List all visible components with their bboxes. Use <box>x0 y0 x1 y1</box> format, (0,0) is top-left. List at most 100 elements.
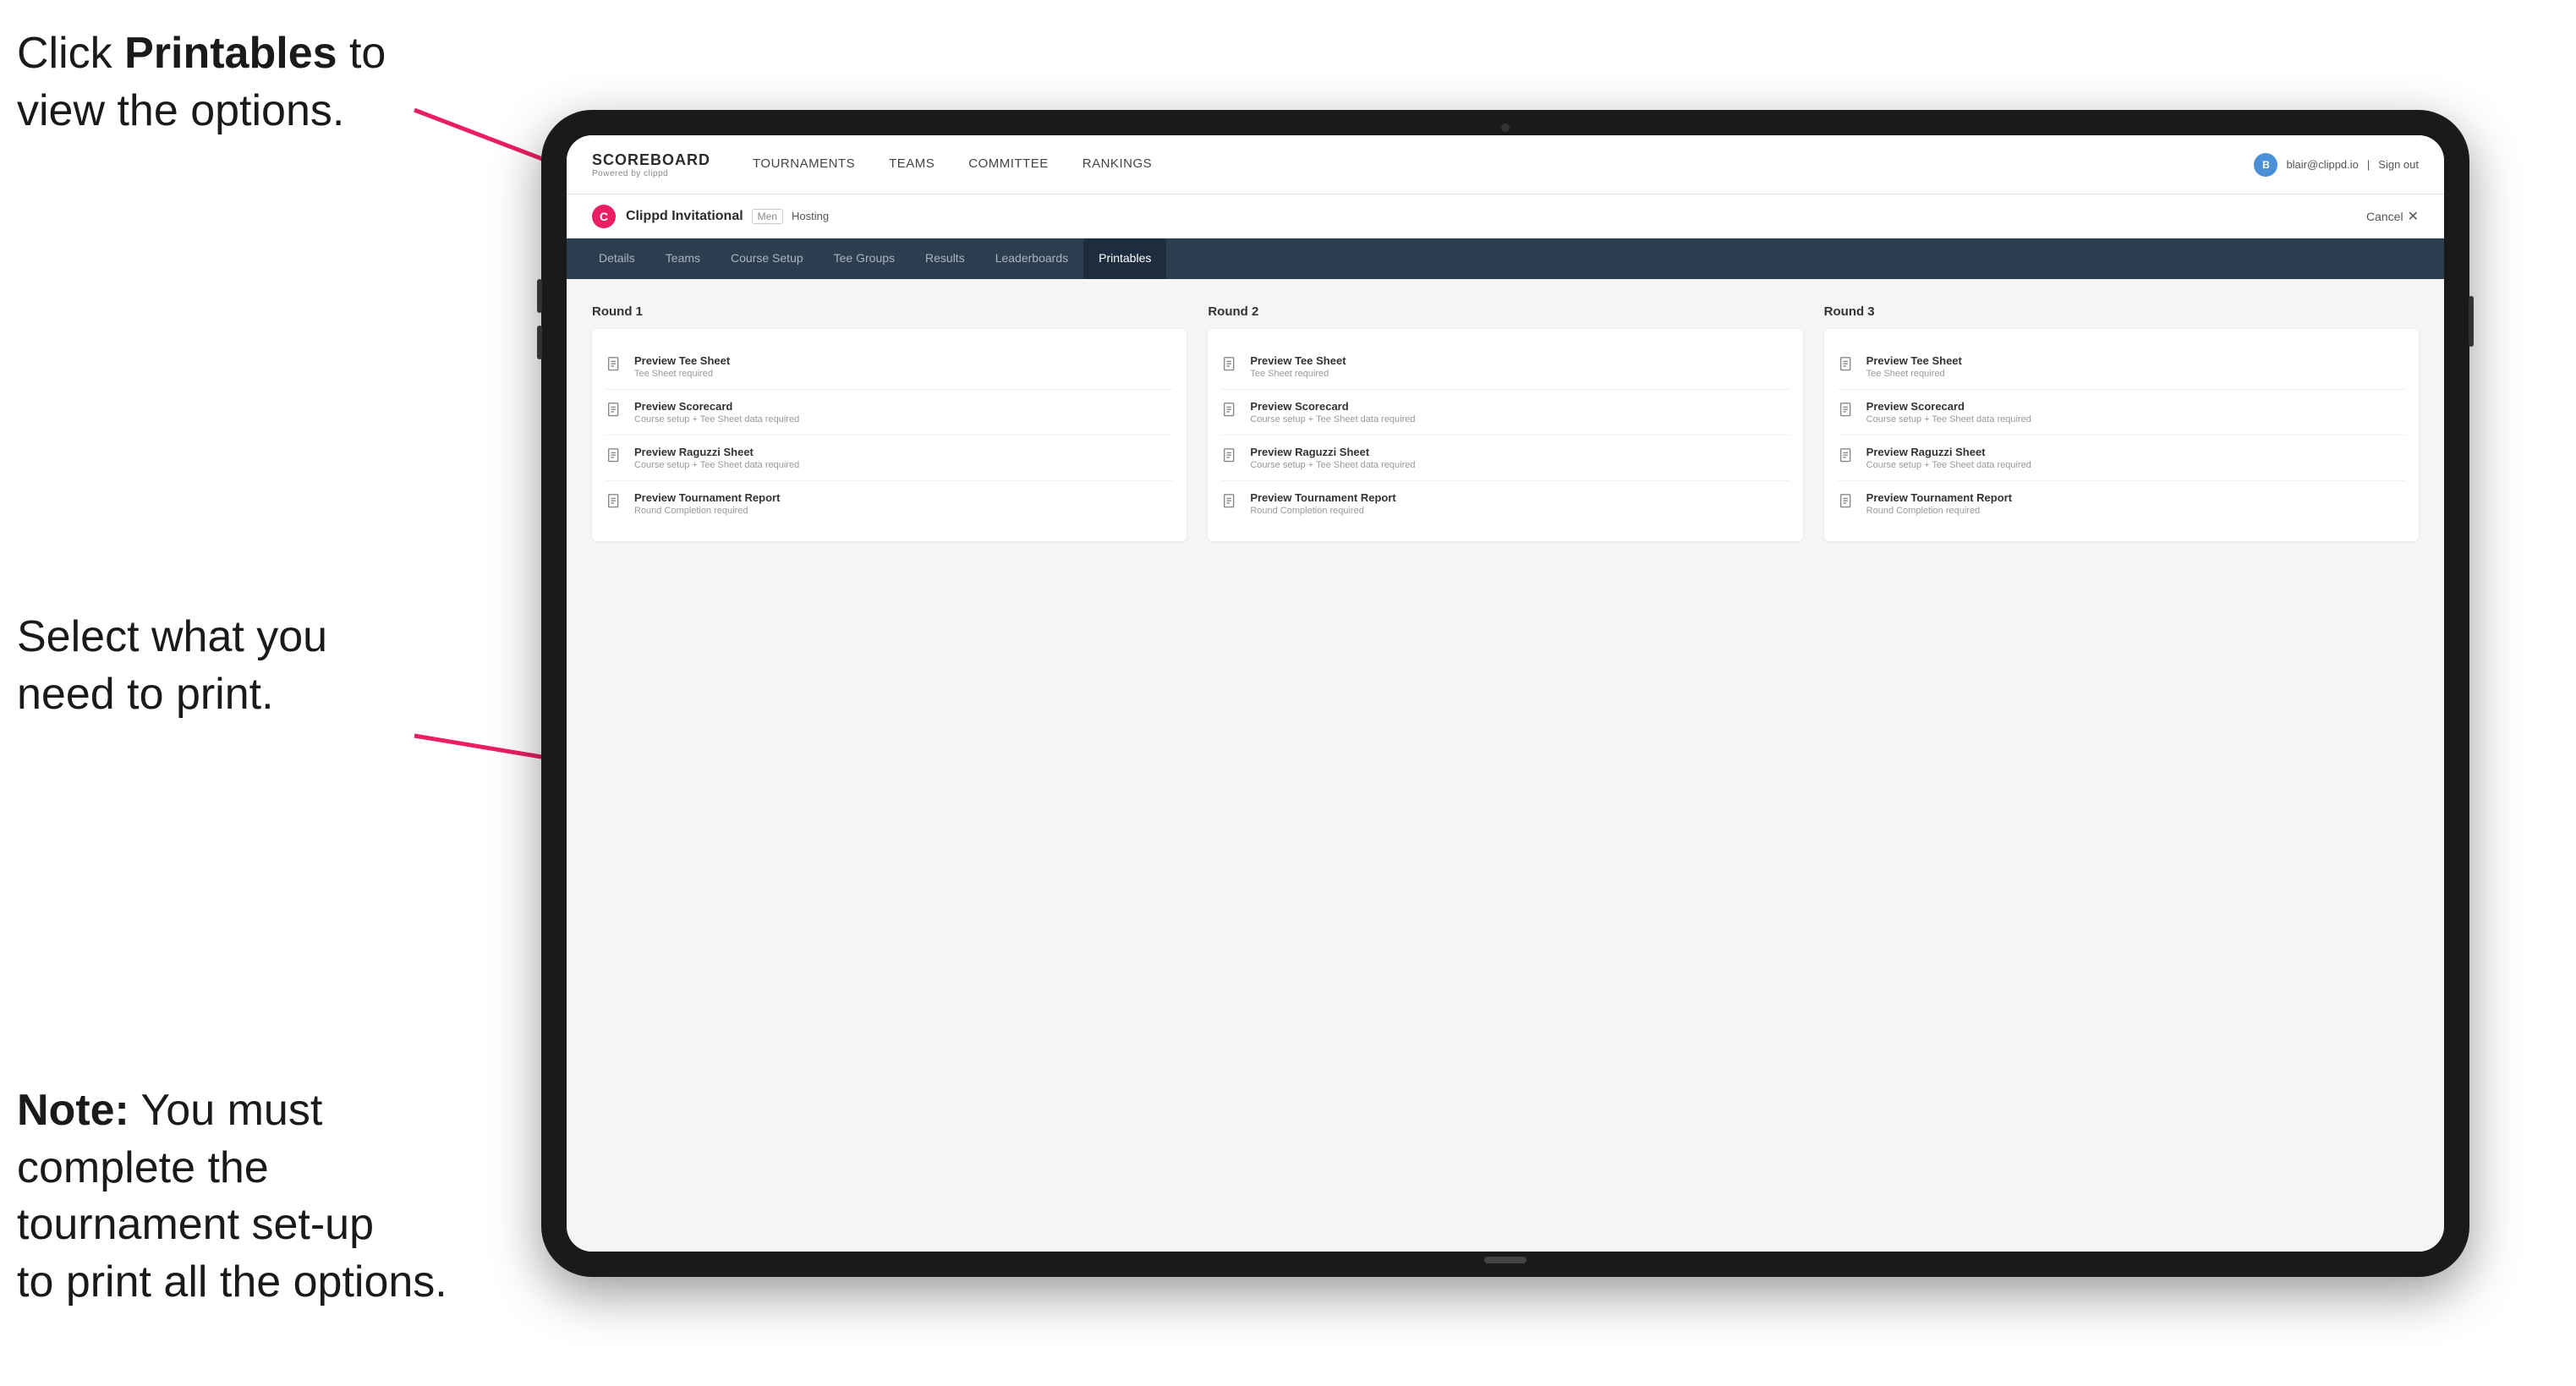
round-2-scorecard[interactable]: Preview Scorecard Course setup + Tee She… <box>1221 390 1789 436</box>
annotation-top-text: Click Printables toview the options. <box>17 29 386 135</box>
round-2-card: Preview Tee Sheet Tee Sheet required <box>1208 329 1802 541</box>
nav-links: TOURNAMENTS TEAMS COMMITTEE RANKINGS <box>753 152 2254 177</box>
round-3-card: Preview Tee Sheet Tee Sheet required <box>1824 329 2419 541</box>
tablet-volume-up-button <box>537 279 542 313</box>
nav-tournaments[interactable]: TOURNAMENTS <box>753 152 855 177</box>
r3-tee-sheet-sub: Tee Sheet required <box>1866 369 2405 379</box>
r2-scorecard-label: Preview Scorecard <box>1250 400 1789 413</box>
r1-tee-sheet-sub: Tee Sheet required <box>634 369 1173 379</box>
brand-title: SCOREBOARD <box>592 151 710 169</box>
top-nav: SCOREBOARD Powered by clippd TOURNAMENTS… <box>567 135 2444 194</box>
r2-raguzzi-sub: Course setup + Tee Sheet data required <box>1250 460 1789 470</box>
r1-report-sub: Round Completion required <box>634 506 1173 516</box>
tournament-hosting: Hosting <box>792 210 829 222</box>
round-2-raguzzi[interactable]: Preview Raguzzi Sheet Course setup + Tee… <box>1221 436 1789 481</box>
r2-raguzzi-label: Preview Raguzzi Sheet <box>1250 446 1789 458</box>
tablet-power-button <box>2469 296 2474 347</box>
document-icon-4 <box>606 493 624 512</box>
round-1-title: Round 1 <box>592 304 1187 319</box>
tournament-header: C Clippd Invitational Men Hosting Cancel… <box>567 194 2444 238</box>
annotation-bottom-text: Note: You mustcomplete thetournament set… <box>17 1086 447 1307</box>
round-3-title: Round 3 <box>1824 304 2419 319</box>
document-icon-3 <box>606 447 624 466</box>
doc-icon-r2-2 <box>1221 402 1240 420</box>
round-1-scorecard[interactable]: Preview Scorecard Course setup + Tee She… <box>606 390 1173 436</box>
doc-icon-r3-3 <box>1838 447 1856 466</box>
user-email: blair@clippd.io <box>2286 158 2358 171</box>
tab-leaderboards[interactable]: Leaderboards <box>980 238 1083 279</box>
r2-tee-sheet-sub: Tee Sheet required <box>1250 369 1789 379</box>
tab-tee-groups[interactable]: Tee Groups <box>819 238 910 279</box>
r1-raguzzi-label: Preview Raguzzi Sheet <box>634 446 1173 458</box>
cancel-button[interactable]: Cancel ✕ <box>2366 208 2419 225</box>
r1-scorecard-sub: Course setup + Tee Sheet data required <box>634 414 1173 425</box>
round-1-raguzzi[interactable]: Preview Raguzzi Sheet Course setup + Tee… <box>606 436 1173 481</box>
r3-raguzzi-sub: Course setup + Tee Sheet data required <box>1866 460 2405 470</box>
cancel-label: Cancel <box>2366 210 2403 223</box>
rounds-grid: Round 1 Preview Tee Sheet Tee S <box>592 304 2419 541</box>
doc-icon-r2-3 <box>1221 447 1240 466</box>
main-content: Round 1 Preview Tee Sheet Tee S <box>567 279 2444 1252</box>
r2-report-label: Preview Tournament Report <box>1250 491 1789 504</box>
r3-report-label: Preview Tournament Report <box>1866 491 2405 504</box>
r3-raguzzi-label: Preview Raguzzi Sheet <box>1866 446 2405 458</box>
sign-out-link[interactable]: Sign out <box>2378 158 2419 171</box>
tournament-name: Clippd Invitational <box>626 209 743 224</box>
annotation-middle-text: Select what youneed to print. <box>17 612 327 719</box>
tab-details[interactable]: Details <box>584 238 650 279</box>
tab-results[interactable]: Results <box>910 238 980 279</box>
nav-teams[interactable]: TEAMS <box>889 152 934 177</box>
r1-report-label: Preview Tournament Report <box>634 491 1173 504</box>
tablet: SCOREBOARD Powered by clippd TOURNAMENTS… <box>541 110 2469 1277</box>
nav-rankings[interactable]: RANKINGS <box>1082 152 1152 177</box>
document-icon-2 <box>606 402 624 420</box>
r3-scorecard-label: Preview Scorecard <box>1866 400 2405 413</box>
doc-icon-r2-4 <box>1221 493 1240 512</box>
document-icon <box>606 356 624 375</box>
r2-tee-sheet-label: Preview Tee Sheet <box>1250 354 1789 367</box>
tab-teams[interactable]: Teams <box>650 238 715 279</box>
nav-right: B blair@clippd.io | Sign out <box>2254 153 2419 177</box>
r1-scorecard-label: Preview Scorecard <box>634 400 1173 413</box>
round-1-tournament-report[interactable]: Preview Tournament Report Round Completi… <box>606 481 1173 526</box>
sign-out-separator: | <box>2367 158 2370 171</box>
tablet-camera <box>1501 123 1510 132</box>
round-3-tournament-report[interactable]: Preview Tournament Report Round Completi… <box>1838 481 2405 526</box>
round-1-card: Preview Tee Sheet Tee Sheet required <box>592 329 1187 541</box>
doc-icon-r3-4 <box>1838 493 1856 512</box>
tab-course-setup[interactable]: Course Setup <box>715 238 819 279</box>
round-3-raguzzi[interactable]: Preview Raguzzi Sheet Course setup + Tee… <box>1838 436 2405 481</box>
annotation-bottom: Note: You mustcomplete thetournament set… <box>17 1082 567 1311</box>
round-2-section: Round 2 Preview Tee Sheet Tee S <box>1208 304 1802 541</box>
round-3-tee-sheet[interactable]: Preview Tee Sheet Tee Sheet required <box>1838 344 2405 390</box>
tab-navigation: Details Teams Course Setup Tee Groups Re… <box>567 238 2444 279</box>
doc-icon-r3-2 <box>1838 402 1856 420</box>
r3-report-sub: Round Completion required <box>1866 506 2405 516</box>
round-1-section: Round 1 Preview Tee Sheet Tee S <box>592 304 1187 541</box>
nav-committee[interactable]: COMMITTEE <box>968 152 1049 177</box>
tournament-logo: C <box>592 205 616 228</box>
round-3-section: Round 3 Preview Tee Sheet Tee S <box>1824 304 2419 541</box>
annotation-middle: Select what youneed to print. <box>17 609 524 723</box>
round-2-title: Round 2 <box>1208 304 1802 319</box>
r1-tee-sheet-label: Preview Tee Sheet <box>634 354 1173 367</box>
brand-subtitle: Powered by clippd <box>592 169 710 178</box>
round-2-tournament-report[interactable]: Preview Tournament Report Round Completi… <box>1221 481 1789 526</box>
r2-scorecard-sub: Course setup + Tee Sheet data required <box>1250 414 1789 425</box>
cancel-icon: ✕ <box>2408 208 2419 225</box>
r1-raguzzi-sub: Course setup + Tee Sheet data required <box>634 460 1173 470</box>
tablet-home-indicator <box>1484 1257 1526 1263</box>
r3-scorecard-sub: Course setup + Tee Sheet data required <box>1866 414 2405 425</box>
round-3-scorecard[interactable]: Preview Scorecard Course setup + Tee She… <box>1838 390 2405 436</box>
doc-icon-r3-1 <box>1838 356 1856 375</box>
tablet-volume-down-button <box>537 326 542 359</box>
user-avatar: B <box>2254 153 2277 177</box>
round-2-tee-sheet[interactable]: Preview Tee Sheet Tee Sheet required <box>1221 344 1789 390</box>
round-1-tee-sheet[interactable]: Preview Tee Sheet Tee Sheet required <box>606 344 1173 390</box>
doc-icon-r2-1 <box>1221 356 1240 375</box>
brand: SCOREBOARD Powered by clippd <box>592 151 710 178</box>
r3-tee-sheet-label: Preview Tee Sheet <box>1866 354 2405 367</box>
r2-report-sub: Round Completion required <box>1250 506 1789 516</box>
tablet-screen: SCOREBOARD Powered by clippd TOURNAMENTS… <box>567 135 2444 1252</box>
tab-printables[interactable]: Printables <box>1083 238 1166 279</box>
